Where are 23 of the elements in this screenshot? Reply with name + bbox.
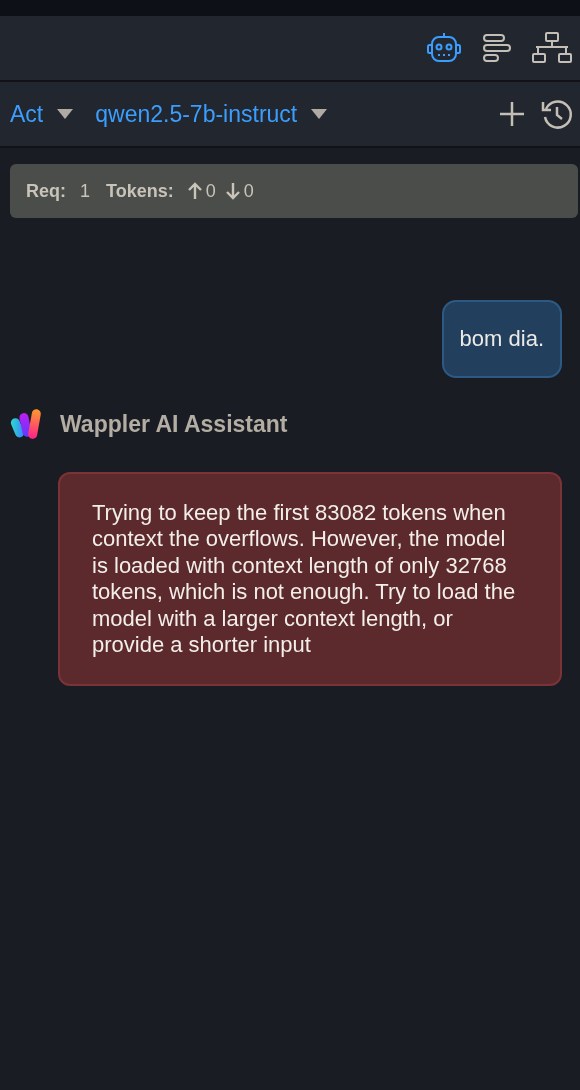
sitemap-tab[interactable] xyxy=(532,32,572,64)
tokens-down: 0 xyxy=(243,180,254,202)
req-label: Req: xyxy=(26,180,66,202)
tokens-label: Tokens: xyxy=(106,180,174,202)
robot-tab[interactable] xyxy=(426,32,462,64)
req-value: 1 xyxy=(80,180,90,202)
sitemap-icon xyxy=(532,32,572,64)
list-icon xyxy=(482,33,512,63)
error-message: Trying to keep the first 83082 tokens when context the overflows. However, the model is loaded with context length of only 32768 tokens, which is not enough. Try to load the model with a larger context length, or provide a shorter input xyxy=(58,472,562,687)
tokens-up: 0 xyxy=(205,180,216,202)
model-dropdown[interactable]: qwen2.5-7b-instruct xyxy=(95,100,328,128)
caret-icon xyxy=(57,109,74,119)
outline-tab[interactable] xyxy=(482,33,512,63)
user-message: bom dia. xyxy=(441,300,562,378)
mode-dropdown[interactable]: Act xyxy=(10,100,74,128)
logo-icon xyxy=(10,408,44,440)
sender-name: Wappler AI Assistant xyxy=(60,410,288,438)
caret-icon xyxy=(311,109,328,119)
arrow-down-icon xyxy=(225,182,240,200)
add-button[interactable] xyxy=(498,100,526,128)
history-button[interactable] xyxy=(540,97,574,131)
robot-icon xyxy=(426,32,462,64)
arrow-up-icon xyxy=(187,182,202,200)
